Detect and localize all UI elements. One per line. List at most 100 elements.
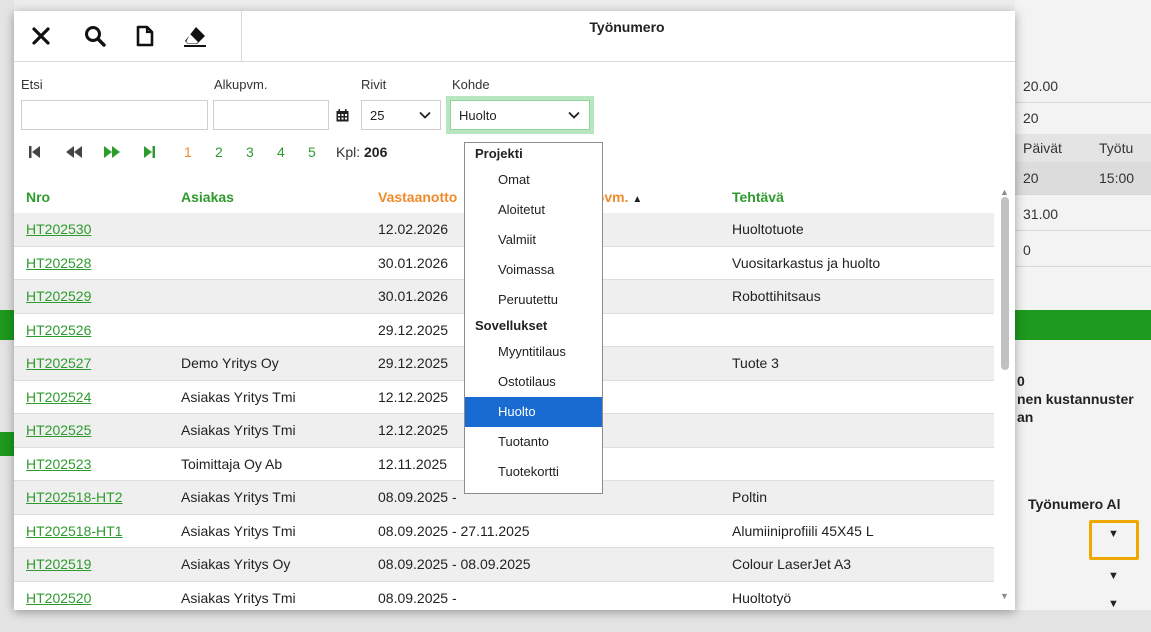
background-table-header: Työnumero Al bbox=[1028, 496, 1121, 512]
date-cell: 08.09.2025 - bbox=[378, 589, 457, 606]
date-cell: 08.09.2025 - 08.09.2025 bbox=[378, 556, 531, 572]
next-pages-button[interactable] bbox=[104, 146, 142, 158]
dropdown-option-aloitetut[interactable]: Aloitetut bbox=[465, 195, 602, 225]
dropdown-option-myyntitilaus[interactable]: Myyntitilaus bbox=[465, 337, 602, 367]
first-page-button[interactable] bbox=[28, 146, 66, 158]
chevron-down-icon bbox=[419, 111, 431, 119]
last-page-button[interactable] bbox=[142, 146, 184, 158]
work-number-link[interactable]: HT202530 bbox=[26, 221, 91, 237]
date-cell: 12.11.2025 bbox=[378, 455, 448, 472]
work-number-link[interactable]: HT202526 bbox=[26, 322, 91, 338]
dialog-title: Työnumero bbox=[589, 19, 665, 35]
dropdown-option-tuotanto[interactable]: Tuotanto bbox=[465, 427, 602, 457]
work-number-link[interactable]: HT202525 bbox=[26, 422, 91, 438]
background-row: 20 15:00 bbox=[1015, 162, 1151, 195]
sort-ascending-icon: ▲ bbox=[632, 194, 643, 205]
record-count-value: 206 bbox=[364, 144, 388, 160]
page-link-2[interactable]: 2 bbox=[215, 144, 246, 160]
dropdown-option-ostotilaus[interactable]: Ostotilaus bbox=[465, 367, 602, 397]
dropdown-option-huolto[interactable]: Huolto bbox=[465, 397, 602, 427]
customer-cell: Asiakas Yritys Tmi bbox=[181, 522, 296, 539]
background-row: 20.00 bbox=[1015, 70, 1151, 103]
background-green-tab-left bbox=[0, 432, 14, 456]
background-green-bar-left bbox=[0, 310, 14, 340]
table-scrollbar[interactable]: ▲ ▼ bbox=[997, 183, 1013, 603]
work-number-link[interactable]: HT202523 bbox=[26, 456, 91, 472]
scroll-down-icon[interactable]: ▼ bbox=[1000, 591, 1009, 601]
record-count: Kpl: 206 bbox=[336, 144, 387, 160]
task-cell: Tuote 3 bbox=[732, 355, 779, 371]
work-number-link[interactable]: HT202528 bbox=[26, 255, 91, 271]
task-cell: Huoltotuote bbox=[732, 221, 804, 237]
customer-cell: Asiakas Yritys Tmi bbox=[181, 489, 296, 505]
background-row: 0 bbox=[1015, 234, 1151, 267]
scrollbar-thumb[interactable] bbox=[1001, 197, 1009, 370]
task-cell: Colour LaserJet A3 bbox=[732, 556, 852, 572]
work-number-link[interactable]: HT202527 bbox=[26, 355, 91, 371]
dropdown-option-omat[interactable]: Omat bbox=[465, 165, 602, 195]
record-count-label: Kpl: bbox=[336, 144, 361, 160]
scroll-up-icon[interactable]: ▲ bbox=[1000, 187, 1009, 197]
work-number-link[interactable]: HT202519 bbox=[26, 556, 91, 572]
page-link-4[interactable]: 4 bbox=[277, 144, 308, 160]
caret-down-icon[interactable]: ▼ bbox=[1108, 598, 1119, 610]
date-cell: 08.09.2025 - 27.11.2025 bbox=[378, 522, 530, 539]
search-label: Etsi bbox=[21, 77, 43, 92]
date-cell: 12.02.2026 bbox=[378, 221, 449, 237]
work-number-link[interactable]: HT202518-HT2 bbox=[26, 489, 123, 505]
task-cell: Robottihitsaus bbox=[732, 288, 821, 304]
date-cell: 30.01.2026 bbox=[378, 254, 449, 271]
background-row: 31.00 bbox=[1015, 198, 1151, 231]
dropdown-option-voimassa[interactable]: Voimassa bbox=[465, 255, 602, 285]
table-row[interactable]: HT202519 Asiakas Yritys Oy 08.09.2025 - 08… bbox=[14, 548, 994, 582]
work-number-dialog: Työnumero Etsi Alkupvm. Rivit 25 Kohde H… bbox=[14, 11, 1015, 610]
date-cell: 29.12.2025 bbox=[378, 321, 449, 338]
dropdown-option-tuotekortti[interactable]: Tuotekortti bbox=[465, 457, 602, 487]
task-cell: Poltin bbox=[732, 489, 768, 505]
target-dropdown-list: Projekti Omat Aloitetut Valmiit Voimassa… bbox=[464, 142, 603, 494]
dropdown-option-peruutettu[interactable]: Peruutettu bbox=[465, 285, 602, 315]
date-cell: 08.09.2025 - bbox=[378, 489, 457, 505]
rows-select-value: 25 bbox=[370, 107, 385, 123]
search-input[interactable] bbox=[21, 100, 208, 130]
date-cell: 30.01.2026 bbox=[378, 288, 449, 304]
customer-cell: Demo Yritys Oy bbox=[181, 355, 279, 371]
calendar-icon bbox=[336, 108, 348, 121]
column-header-vastaanotto[interactable]: Vastaanotto bbox=[378, 189, 457, 205]
dropdown-option-valmiit[interactable]: Valmiit bbox=[465, 225, 602, 255]
calendar-button[interactable] bbox=[328, 100, 356, 130]
page-link-5[interactable]: 5 bbox=[308, 144, 336, 160]
dropdown-group-sovellukset: Sovellukset bbox=[475, 318, 548, 333]
caret-down-icon[interactable]: ▼ bbox=[1108, 570, 1119, 582]
rows-select[interactable]: 25 bbox=[361, 100, 441, 130]
target-select[interactable]: Huolto bbox=[446, 96, 594, 134]
customer-cell: Asiakas Yritys Tmi bbox=[181, 422, 296, 438]
page-link-1[interactable]: 1 bbox=[184, 144, 215, 160]
work-number-link[interactable]: HT202529 bbox=[26, 288, 91, 304]
start-date-input[interactable] bbox=[213, 100, 329, 130]
task-cell: Huoltotyö bbox=[732, 589, 792, 606]
column-header-asiakas[interactable]: Asiakas bbox=[181, 189, 234, 205]
customer-cell: Toimittaja Oy Ab bbox=[181, 455, 283, 472]
dropdown-group-projekti: Projekti bbox=[475, 146, 523, 161]
work-number-link[interactable]: HT202518-HT1 bbox=[26, 523, 123, 539]
background-bottom-strip bbox=[0, 610, 1151, 632]
table-row[interactable]: HT202518-HT1 Asiakas Yritys Tmi 08.09.2025… bbox=[14, 515, 994, 548]
date-cell: 12.12.2025 bbox=[378, 388, 449, 405]
task-cell: Alumiiniprofiili 45X45 L bbox=[732, 522, 874, 539]
rewind-icon bbox=[66, 146, 82, 158]
table-row[interactable]: HT202520 Asiakas Yritys Tmi 08.09.2025 - Hu… bbox=[14, 582, 994, 611]
task-cell: Vuositarkastus ja huolto bbox=[732, 254, 881, 271]
page-link-3[interactable]: 3 bbox=[246, 144, 277, 160]
rows-label: Rivit bbox=[361, 77, 387, 92]
previous-pages-button[interactable] bbox=[66, 146, 104, 158]
date-cell: 12.12.2025 bbox=[378, 422, 449, 438]
background-green-bar bbox=[1015, 310, 1151, 340]
target-select-value: Huolto bbox=[459, 107, 497, 123]
column-header-tehtava[interactable]: Tehtävä bbox=[732, 189, 784, 205]
column-header-nro[interactable]: Nro bbox=[26, 189, 50, 205]
work-number-link[interactable]: HT202520 bbox=[26, 590, 91, 606]
work-number-link[interactable]: HT202524 bbox=[26, 389, 91, 405]
customer-cell: Asiakas Yritys Oy bbox=[181, 556, 291, 572]
date-cell: 29.12.2025 bbox=[378, 355, 449, 371]
